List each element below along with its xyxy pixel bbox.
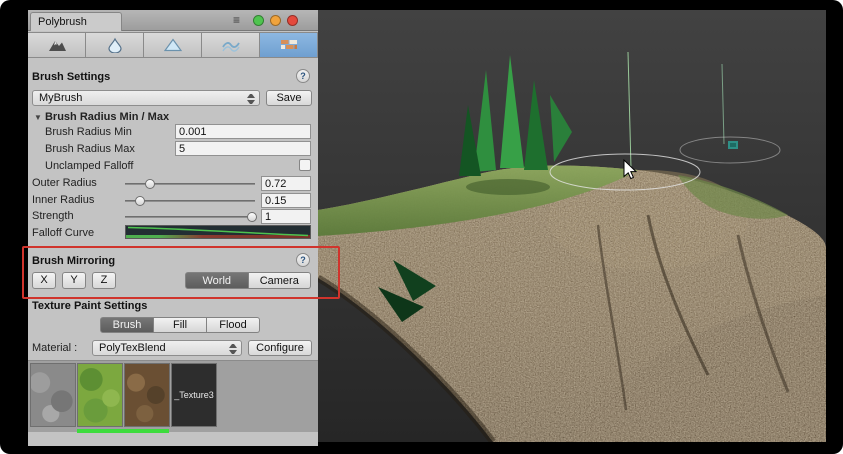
configure-button[interactable]: Configure — [248, 340, 312, 356]
app-frame: Polybrush ≡ Brush Settings ? — [0, 0, 843, 454]
droplet-icon — [105, 37, 125, 53]
texture-swatch-texture3[interactable]: _Texture3 — [171, 363, 217, 427]
mirror-z-button[interactable]: Z — [92, 272, 116, 289]
material-dropdown[interactable]: PolyTexBlend — [92, 340, 242, 356]
wave-icon — [221, 37, 241, 53]
mirror-camera-button[interactable]: Camera — [249, 272, 312, 289]
polybrush-panel: Polybrush ≡ Brush Settings ? — [28, 10, 318, 446]
texture-palette: _Texture3 — [28, 360, 318, 432]
prism-icon — [163, 37, 183, 53]
mode-smooth-button[interactable] — [86, 33, 144, 57]
texture-swatch-dirt[interactable] — [124, 363, 170, 427]
window-titlebar: Polybrush ≡ — [28, 10, 318, 31]
mirror-x-button[interactable]: X — [32, 272, 56, 289]
brush-mirroring-title: Brush Mirroring — [32, 255, 115, 267]
mode-color-button[interactable] — [144, 33, 202, 57]
save-button[interactable]: Save — [266, 90, 312, 106]
mode-texture-button[interactable] — [260, 33, 318, 57]
mountain-icon — [47, 37, 67, 53]
texture-paint-title: Texture Paint Settings — [32, 300, 147, 312]
brush-mirroring-help-icon[interactable]: ? — [296, 253, 310, 267]
falloff-curve-label: Falloff Curve — [32, 226, 94, 240]
unclamped-falloff-label: Unclamped Falloff — [45, 159, 133, 173]
strength-field[interactable] — [261, 209, 311, 224]
tab-brush[interactable]: Brush — [100, 317, 154, 333]
inner-radius-label: Inner Radius — [32, 193, 94, 207]
outer-radius-label: Outer Radius — [32, 176, 97, 190]
strength-knob[interactable] — [247, 212, 257, 222]
inner-radius-slider[interactable] — [125, 200, 255, 202]
strength-label: Strength — [32, 209, 74, 223]
window-minimize-icon[interactable] — [253, 15, 264, 26]
radius-min-label: Brush Radius Min — [45, 125, 132, 139]
strength-slider[interactable] — [125, 216, 255, 218]
texture-swatch-grass[interactable] — [77, 363, 123, 427]
mode-toolbar — [28, 32, 318, 58]
mirror-y-button[interactable]: Y — [62, 272, 86, 289]
tab-fill[interactable]: Fill — [154, 317, 207, 333]
material-value: PolyTexBlend — [99, 342, 166, 354]
bricks-icon — [279, 37, 299, 53]
texture-loading-bar — [77, 429, 169, 433]
dropdown-arrows-icon — [229, 344, 237, 354]
brush-settings-title: Brush Settings — [32, 71, 110, 83]
paint-mode-tabs: Brush Fill Flood — [100, 317, 260, 333]
radius-max-label: Brush Radius Max — [45, 142, 135, 156]
scene-render — [318, 10, 826, 442]
prefab-gizmo — [728, 141, 738, 149]
tab-flood[interactable]: Flood — [207, 317, 260, 333]
window-menu-icon[interactable]: ≡ — [233, 13, 240, 27]
falloff-curve-widget[interactable] — [125, 225, 311, 239]
falloff-curve-icon — [126, 226, 310, 238]
radius-foldout[interactable]: ▼ Brush Radius Min / Max — [34, 110, 169, 124]
window-close-icon[interactable] — [287, 15, 298, 26]
radius-min-field[interactable] — [175, 124, 311, 139]
outer-radius-knob[interactable] — [145, 179, 155, 189]
texture-swatch-stone[interactable] — [30, 363, 76, 427]
window-maximize-icon[interactable] — [270, 15, 281, 26]
outer-radius-slider[interactable] — [125, 183, 255, 185]
brush-settings-help-icon[interactable]: ? — [296, 69, 310, 83]
brush-preset-value: MyBrush — [39, 92, 82, 104]
outer-radius-field[interactable] — [261, 176, 311, 191]
texture3-label: _Texture3 — [174, 390, 214, 400]
material-label: Material : — [32, 341, 77, 355]
dropdown-arrows-icon — [247, 94, 255, 104]
mode-prefab-button[interactable] — [202, 33, 260, 57]
brush-preset-dropdown[interactable]: MyBrush — [32, 90, 260, 106]
foldout-triangle-icon: ▼ — [34, 113, 42, 122]
unclamped-falloff-checkbox[interactable] — [299, 159, 311, 171]
inner-radius-knob[interactable] — [135, 196, 145, 206]
radius-foldout-label: Brush Radius Min / Max — [45, 111, 169, 123]
mirror-space-toggle: World Camera — [185, 272, 311, 289]
inner-radius-field[interactable] — [261, 193, 311, 208]
radius-max-field[interactable] — [175, 141, 311, 156]
scene-view[interactable] — [318, 10, 826, 442]
mirror-world-button[interactable]: World — [185, 272, 249, 289]
polybrush-tab[interactable]: Polybrush — [30, 12, 122, 31]
mode-sculpt-button[interactable] — [28, 33, 86, 57]
